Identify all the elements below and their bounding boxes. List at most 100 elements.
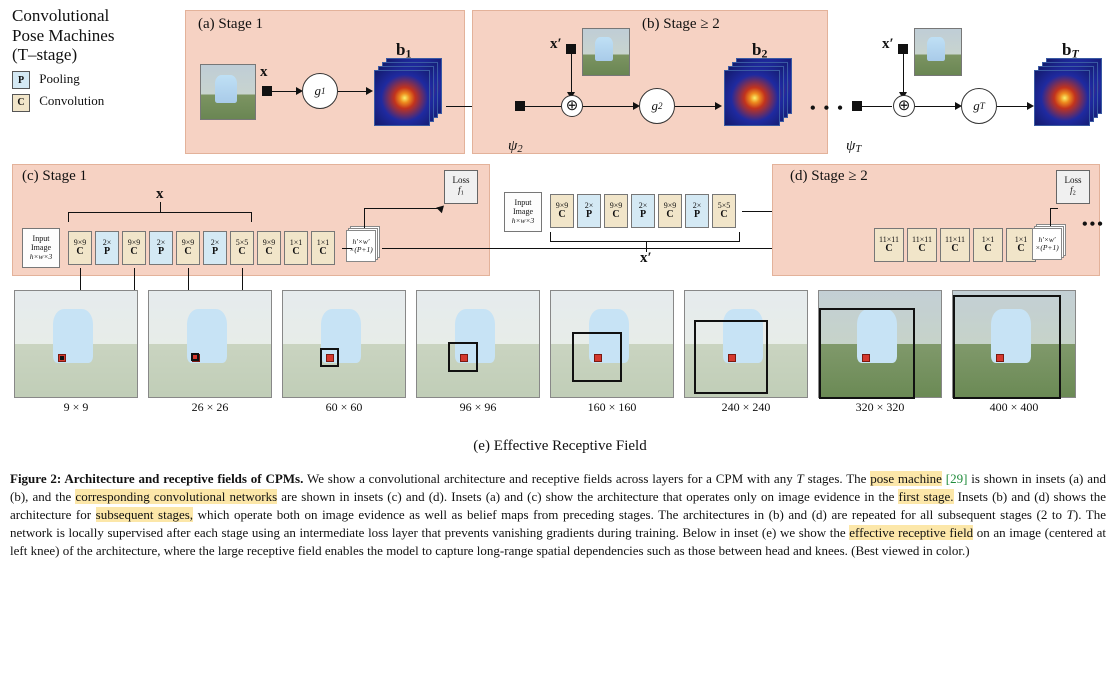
layer-cell: 2×P	[631, 194, 655, 228]
rf-image	[550, 290, 674, 398]
sym-xprime-T: x′	[882, 36, 894, 53]
sym-x-c: x	[156, 186, 164, 203]
rf-item: 26 × 26	[148, 290, 272, 415]
heatmap-b2	[724, 58, 796, 130]
ellipsis-d: •••	[1082, 216, 1105, 234]
hl-pose-machine: pose machine	[870, 471, 942, 486]
layer-cell: 11×11C	[940, 228, 970, 262]
layer-cell: 11×11C	[874, 228, 904, 262]
rf-image	[684, 290, 808, 398]
concat-plus-T: ⊕	[893, 95, 915, 117]
bracket-x	[68, 212, 252, 222]
figure-caption: Figure 2: Architecture and receptive fie…	[10, 470, 1106, 560]
feature-psiT	[852, 101, 862, 111]
sym-xprime-b: x′	[550, 36, 562, 53]
input-cell-c: Input Imageh×w×3	[22, 228, 60, 268]
sym-psi2: ψ2	[508, 138, 523, 155]
layer-cell: 9×9C	[68, 231, 92, 265]
rf-size-label: 9 × 9	[14, 400, 138, 415]
concat-plus-b: ⊕	[561, 95, 583, 117]
layer-cell: 11×11C	[907, 228, 937, 262]
receptive-field-row: 9 × 9 26 × 26 60 × 60 96 × 96 160 × 160 240 ×…	[14, 290, 1076, 415]
layer-cell: 9×9C	[550, 194, 574, 228]
layer-strip-stage2-back: 11×11C11×11C11×11C1×1C1×1C	[874, 228, 1036, 262]
title-line-2: Pose Machines	[12, 26, 172, 46]
loss-box-f2: Loss f2	[1056, 170, 1090, 204]
layer-strip-stage2-front: 9×9C2×P9×9C2×P9×9C2×P5×5C	[550, 194, 736, 228]
rf-item: 320 × 320	[818, 290, 942, 415]
layer-cell: 2×P	[149, 231, 173, 265]
sym-xprime-d: x′	[640, 250, 652, 267]
legend-pooling: P Pooling	[12, 71, 172, 90]
rf-item: 9 × 9	[14, 290, 138, 415]
layer-cell: 9×9C	[122, 231, 146, 265]
layer-cell: 9×9C	[604, 194, 628, 228]
layer-cell: 1×1C	[973, 228, 1003, 262]
feature-node-x	[262, 86, 272, 96]
sym-psiT: ψT	[846, 138, 861, 155]
layer-strip-stage1: 9×9C2×P9×9C2×P9×9C2×P5×5C9×9C1×1C1×1C	[68, 231, 335, 265]
heatmap-b1	[374, 58, 446, 130]
panel-c-label: (c) Stage 1	[22, 168, 87, 185]
layer-cell: 1×1C	[311, 231, 335, 265]
figure-title: Convolutional Pose Machines (T–stage) P …	[12, 6, 172, 112]
rf-item: 400 × 400	[952, 290, 1076, 415]
thumb-xprime-b	[582, 28, 630, 76]
gT-circle: gT	[961, 88, 997, 124]
g2-circle: g2	[639, 88, 675, 124]
rf-size-label: 400 × 400	[952, 400, 1076, 415]
legend-conv: C Convolution	[12, 93, 172, 112]
rf-image	[14, 290, 138, 398]
legend: P Pooling C Convolution	[12, 71, 172, 112]
layer-cell: 2×P	[203, 231, 227, 265]
rf-size-label: 240 × 240	[684, 400, 808, 415]
feature-xprime-T	[898, 44, 908, 54]
layer-cell: 2×P	[95, 231, 119, 265]
title-line-3: (T–stage)	[12, 45, 172, 65]
rf-item: 240 × 240	[684, 290, 808, 415]
rf-item: 60 × 60	[282, 290, 406, 415]
thumb-stage1	[200, 64, 256, 120]
panel-a-label: (a) Stage 1	[198, 16, 263, 33]
rf-image	[416, 290, 540, 398]
layer-cell: 9×9C	[176, 231, 200, 265]
ellipsis-top: • • •	[810, 100, 845, 118]
hl-erf: effective receptive field	[849, 525, 973, 540]
layer-cell: 9×9C	[257, 231, 281, 265]
rf-size-label: 26 × 26	[148, 400, 272, 415]
rf-size-label: 160 × 160	[550, 400, 674, 415]
sym-x: x	[260, 64, 268, 81]
g1-circle: g1	[302, 73, 338, 109]
rf-size-label: 60 × 60	[282, 400, 406, 415]
citation-29: [29]	[942, 471, 968, 486]
input-cell-d: Input Imageh×w×3	[504, 192, 542, 232]
layer-cell: 1×1C	[284, 231, 308, 265]
rf-size-label: 320 × 320	[818, 400, 942, 415]
output-stack-c: h′×w′ ×(P+1)	[346, 230, 380, 268]
panel-d-label: (d) Stage ≥ 2	[790, 168, 868, 185]
panel-e-label: (e) Effective Receptive Field	[430, 438, 690, 455]
rf-item: 96 × 96	[416, 290, 540, 415]
rf-size-label: 96 × 96	[416, 400, 540, 415]
layer-cell: 2×P	[685, 194, 709, 228]
panel-b-label: (b) Stage ≥ 2	[642, 16, 720, 33]
output-stack-d: h′×w′ ×(P+1)	[1032, 228, 1066, 266]
rf-image	[148, 290, 272, 398]
hl-corr-nets: corresponding convolutional networks	[75, 489, 277, 504]
feature-psi2	[515, 101, 525, 111]
feature-xprime-b	[566, 44, 576, 54]
rf-item: 160 × 160	[550, 290, 674, 415]
loss-box-f1: Loss f1	[444, 170, 478, 204]
rf-image	[282, 290, 406, 398]
caption-lead: Figure 2: Architecture and receptive fie…	[10, 471, 303, 486]
layer-cell: 5×5C	[712, 194, 736, 228]
layer-cell: 9×9C	[658, 194, 682, 228]
hl-subsequent: subsequent stages,	[96, 507, 193, 522]
rf-image	[952, 290, 1076, 398]
legend-p-swatch: P	[12, 71, 30, 89]
layer-cell: 2×P	[577, 194, 601, 228]
rf-image	[818, 290, 942, 398]
bracket-xprime	[550, 232, 740, 242]
legend-c-swatch: C	[12, 94, 30, 112]
figure-canvas: Convolutional Pose Machines (T–stage) P …	[10, 6, 1106, 464]
